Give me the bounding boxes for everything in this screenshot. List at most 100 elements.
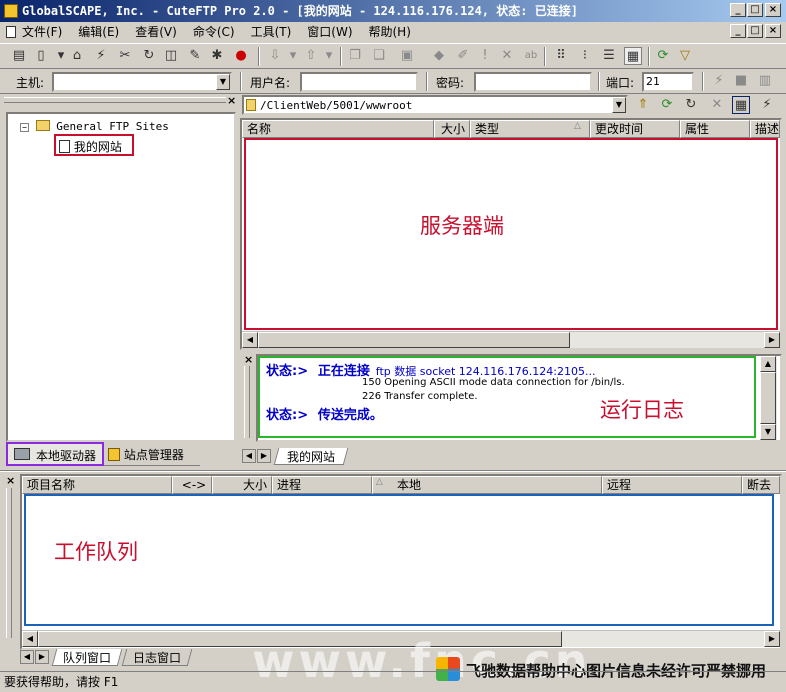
queue-scroll-left-icon[interactable]: ◀ — [22, 631, 38, 647]
host-input[interactable]: ▼ — [52, 72, 232, 92]
delete-icon[interactable]: ✕ — [498, 47, 516, 65]
alert-icon[interactable]: ! — [476, 47, 494, 65]
quick-connect-icon[interactable]: ✎ — [186, 47, 204, 65]
refresh-icon[interactable]: ⟳ — [654, 47, 672, 65]
log-grip[interactable] — [244, 366, 250, 438]
move-icon[interactable]: ❏ — [370, 47, 388, 65]
col-description[interactable]: 描述 — [750, 120, 780, 138]
local-tree-pane[interactable]: − General FTP Sites 我的网站 — [6, 112, 236, 442]
left-pane-grip[interactable] — [4, 97, 226, 103]
url-icon[interactable]: ◫ — [162, 47, 180, 65]
col-type[interactable]: 类型 — [470, 120, 590, 138]
upload-dropdown-icon[interactable]: ▾ — [320, 47, 338, 65]
menu-tools[interactable]: 工具(T) — [243, 22, 300, 42]
mdi-minimize-button[interactable]: _ — [730, 24, 746, 38]
queue-splitter[interactable] — [0, 470, 786, 472]
download-icon[interactable]: ⇩ — [266, 47, 284, 65]
settings-icon[interactable]: ✱ — [208, 47, 226, 65]
folder-open-icon[interactable]: ⌂ — [68, 47, 86, 65]
connect-go-icon[interactable]: ⚡ — [710, 72, 728, 90]
stop-transfer-icon[interactable]: ✕ — [708, 96, 726, 114]
path-dropdown-icon[interactable]: ▼ — [612, 97, 626, 113]
tab-site-manager[interactable]: 站点管理器 — [108, 446, 184, 463]
list-view-icon[interactable]: ☰ — [600, 47, 618, 65]
queue-grip[interactable] — [6, 488, 12, 638]
tab-log-window[interactable]: 日志窗口 — [121, 649, 193, 666]
remote-disconnect-icon[interactable]: ⚡ — [758, 96, 776, 114]
close-button[interactable]: × — [765, 3, 781, 17]
queue-close-icon[interactable]: × — [6, 474, 15, 487]
tree-site-item[interactable]: 我的网站 — [54, 134, 134, 156]
menu-help[interactable]: 帮助(H) — [361, 22, 419, 42]
stop-icon[interactable]: ● — [232, 47, 250, 65]
log-vscrollbar[interactable]: ▲ ▼ — [760, 356, 777, 440]
queue-tab-next-icon[interactable]: ▶ — [35, 650, 49, 664]
queue-scroll-right-icon[interactable]: ▶ — [764, 631, 780, 647]
left-pane-close-icon[interactable]: × — [227, 94, 236, 107]
site-icon[interactable]: ▥ — [756, 72, 774, 90]
col-direction[interactable]: <-> — [172, 476, 212, 494]
col-progress[interactable]: 进程 — [272, 476, 372, 494]
scroll-up-icon[interactable]: ▲ — [760, 356, 776, 372]
remote-hscroll-thumb[interactable] — [258, 332, 570, 348]
queue-tab-prev-icon[interactable]: ◀ — [20, 650, 34, 664]
port-input[interactable]: 21 — [642, 72, 694, 92]
col-disconnect[interactable]: 断去 — [742, 476, 780, 494]
upload-icon[interactable]: ⇧ — [302, 47, 320, 65]
log-vscroll-thumb[interactable] — [760, 372, 776, 424]
col-queue-size[interactable]: 大小 — [212, 476, 272, 494]
col-item-name[interactable]: 项目名称 — [22, 476, 172, 494]
user-input[interactable] — [300, 72, 418, 92]
mdi-restore-button[interactable]: □ — [747, 24, 763, 38]
menu-file[interactable]: 文件(F) — [20, 22, 70, 42]
remote-view-icon[interactable]: ▦ — [732, 96, 750, 114]
col-remote[interactable]: 远程 — [602, 476, 742, 494]
remote-path-combo[interactable]: /ClientWeb/5001/wwwroot ▼ — [242, 95, 628, 115]
col-name[interactable]: 名称 — [242, 120, 434, 138]
col-modified[interactable]: 更改时间 — [590, 120, 680, 138]
tab-queue-window[interactable]: 队列窗口 — [51, 649, 123, 666]
tab-my-site[interactable]: 我的网站 — [273, 448, 349, 465]
reconnect-icon[interactable]: ↻ — [140, 47, 158, 65]
password-input[interactable] — [474, 72, 592, 92]
scroll-down-icon[interactable]: ▼ — [760, 424, 776, 440]
menu-edit[interactable]: 编辑(E) — [70, 22, 127, 42]
col-attributes[interactable]: 属性 — [680, 120, 750, 138]
tree-collapse-icon[interactable]: − — [20, 123, 29, 132]
site-manager-icon[interactable]: ▤ — [10, 47, 28, 65]
host-dropdown-icon[interactable]: ▼ — [216, 74, 230, 90]
tab-prev-icon[interactable]: ◀ — [242, 449, 256, 463]
col-local[interactable]: 本地 — [372, 476, 602, 494]
mdi-close-button[interactable]: × — [765, 24, 781, 38]
maximize-button[interactable]: □ — [747, 3, 763, 17]
menu-view[interactable]: 查看(V) — [127, 22, 185, 42]
menu-window[interactable]: 窗口(W) — [299, 22, 360, 42]
tab-local-drives[interactable]: 本地驱动器 — [6, 442, 104, 466]
remote-hscrollbar[interactable]: ◀ ▶ — [242, 331, 780, 348]
col-size[interactable]: 大小 — [434, 120, 470, 138]
stop-connect-icon[interactable]: ■ — [732, 72, 750, 90]
copy-icon[interactable]: ❐ — [346, 47, 364, 65]
properties-icon[interactable]: ▣ — [398, 47, 416, 65]
rename-icon[interactable]: ab — [522, 47, 540, 65]
scroll-right-icon[interactable]: ▶ — [764, 332, 780, 348]
erase-icon[interactable]: ◆ — [430, 47, 448, 65]
parent-folder-icon[interactable]: ⇑ — [634, 96, 652, 114]
tab-next-icon[interactable]: ▶ — [257, 449, 271, 463]
menu-command[interactable]: 命令(C) — [185, 22, 243, 42]
large-icons-icon[interactable]: ⠿ — [552, 47, 570, 65]
log-close-icon[interactable]: × — [244, 353, 253, 366]
small-icons-icon[interactable]: ⁝ — [576, 47, 594, 65]
chmod-icon[interactable]: ✐ — [454, 47, 472, 65]
details-view-icon[interactable]: ▦ — [624, 47, 642, 65]
disconnect-icon[interactable]: ✂ — [116, 47, 134, 65]
connect-icon[interactable]: ⚡ — [92, 47, 110, 65]
reload-icon[interactable]: ↻ — [682, 96, 700, 114]
minimize-button[interactable]: _ — [730, 3, 746, 17]
new-icon[interactable]: ▯ — [32, 47, 50, 65]
tree-root[interactable]: − General FTP Sites — [20, 120, 169, 133]
filter-icon[interactable]: ▽ — [676, 47, 694, 65]
download-dropdown-icon[interactable]: ▾ — [284, 47, 302, 65]
scroll-left-icon[interactable]: ◀ — [242, 332, 258, 348]
remote-refresh-icon[interactable]: ⟳ — [658, 96, 676, 114]
